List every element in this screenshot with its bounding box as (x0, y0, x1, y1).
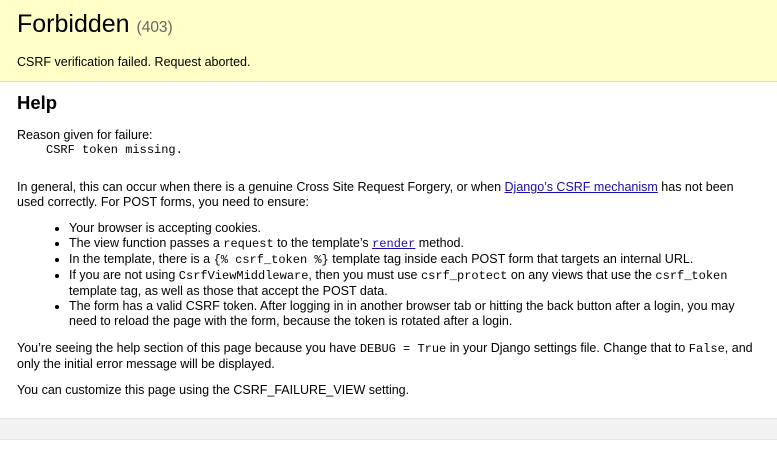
code-csrf-token: csrf_token (655, 269, 728, 283)
list-item-text: The form has a valid CSRF token. After l… (69, 299, 735, 328)
debug-paragraph: You’re seeing the help section of this p… (17, 341, 760, 372)
list-item: If you are not using CsrfViewMiddleware,… (69, 268, 760, 299)
list-item-text: method. (415, 236, 464, 250)
page-title: Forbidden (403) (17, 8, 760, 44)
debug-text: You’re seeing the help section of this p… (17, 341, 360, 355)
list-item: The view function passes a request to th… (69, 236, 760, 252)
intro-text: In general, this can occur when there is… (17, 180, 505, 194)
list-item-text: template tag, as well as those that acce… (69, 284, 388, 298)
failure-reason: Reason given for failure: CSRF token mis… (17, 128, 760, 157)
code-middleware: CsrfViewMiddleware (178, 269, 309, 283)
status-code: (403) (136, 19, 173, 36)
code-false: False (688, 342, 725, 356)
csrf-docs-link[interactable]: Django’s CSRF mechanism (505, 180, 658, 194)
customize-paragraph: You can customize this page using the CS… (17, 383, 410, 397)
list-item-text: Your browser is accepting cookies. (69, 221, 261, 235)
code-request: request (223, 237, 274, 251)
requirements-list: Your browser is accepting cookies. The v… (17, 221, 760, 329)
code-csrf-token-tag: {% csrf_token %} (213, 253, 329, 267)
list-item-text: The view function passes a (69, 236, 224, 250)
reason-value: CSRF token missing. (46, 143, 183, 157)
error-message: CSRF verification failed. Request aborte… (17, 55, 251, 69)
help-section: Help Reason given for failure: CSRF toke… (0, 82, 777, 398)
footer-band (0, 418, 777, 440)
list-item-text: template tag inside each POST form that … (328, 252, 694, 266)
render-docs-link[interactable]: render (372, 237, 415, 251)
list-item-text: on any views that use the (507, 268, 656, 282)
list-item-text: to the template’s (273, 236, 373, 250)
list-item: The form has a valid CSRF token. After l… (69, 299, 760, 329)
list-item: In the template, there is a {% csrf_toke… (69, 252, 760, 268)
list-item: Your browser is accepting cookies. (69, 221, 760, 236)
code-csrf-protect: csrf_protect (420, 269, 508, 283)
reason-label: Reason given for failure: (17, 128, 153, 142)
error-summary: Forbidden (403) CSRF verification failed… (0, 0, 777, 82)
list-item-text: If you are not using (69, 268, 179, 282)
debug-text: in your Django settings file. Change tha… (446, 341, 689, 355)
code-debug-true: DEBUG = True (359, 342, 447, 356)
list-item-text: , then you must use (308, 268, 421, 282)
list-item-text: In the template, there is a (69, 252, 214, 266)
help-heading: Help (17, 92, 58, 113)
intro-paragraph: In general, this can occur when there is… (17, 180, 760, 210)
title-text: Forbidden (17, 10, 130, 38)
